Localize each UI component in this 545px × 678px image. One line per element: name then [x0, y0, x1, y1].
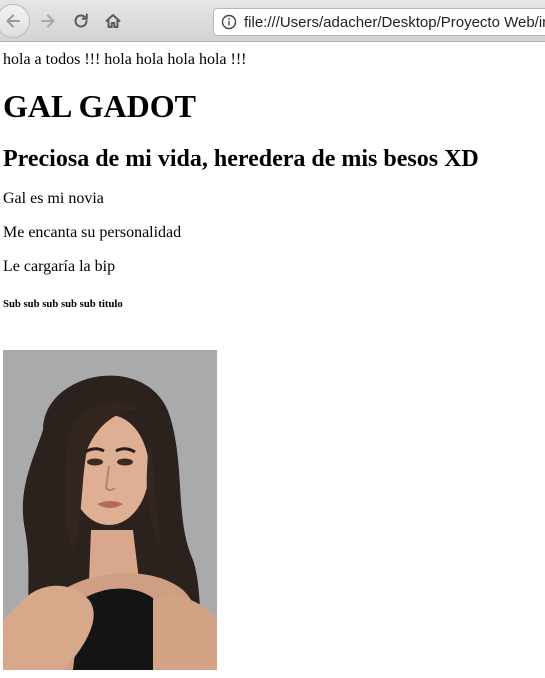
small-heading: Sub sub sub sub sub titulo [3, 298, 123, 310]
address-bar[interactable]: file:///Users/adacher/Desktop/Proyecto W… [213, 8, 545, 36]
intro-text: hola a todos !!! hola hola hola hola !!! [3, 51, 247, 68]
info-icon[interactable] [214, 9, 244, 35]
url-text[interactable]: file:///Users/adacher/Desktop/Proyecto W… [244, 14, 545, 31]
arrow-right-icon [41, 14, 55, 28]
page-content: hola a todos !!! hola hola hola hola !!!… [0, 43, 545, 678]
reload-icon [74, 13, 88, 28]
paragraph-2: Me encanta su personalidad [3, 224, 182, 241]
page-subtitle: Preciosa de mi vida, heredera de mis bes… [3, 146, 479, 172]
reload-button[interactable] [66, 6, 96, 36]
back-button[interactable] [0, 4, 30, 38]
forward-button[interactable] [33, 6, 63, 36]
home-icon [105, 14, 121, 28]
browser-toolbar: file:///Users/adacher/Desktop/Proyecto W… [0, 0, 545, 42]
arrow-left-icon [6, 14, 20, 28]
home-button[interactable] [98, 6, 128, 36]
paragraph-1: Gal es mi novia [3, 190, 104, 207]
portrait-image [3, 350, 217, 670]
paragraph-3: Le cargaría la bip [3, 258, 116, 275]
page-title: GAL GADOT [3, 88, 196, 124]
